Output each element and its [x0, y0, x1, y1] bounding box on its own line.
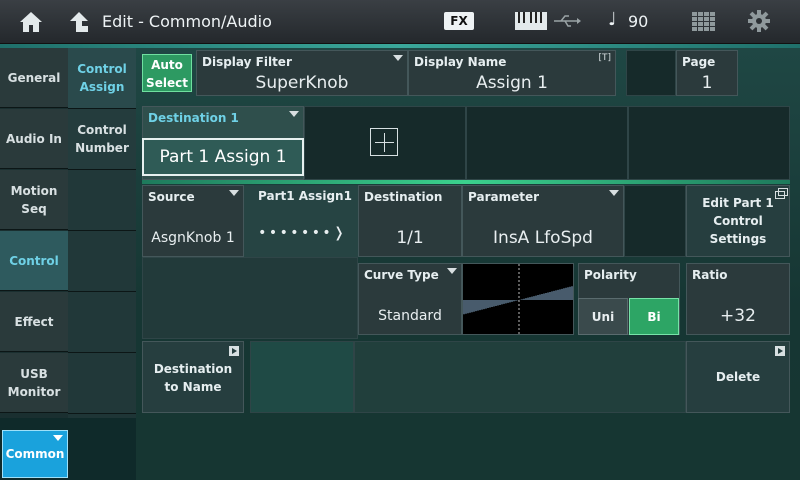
- tempo-value[interactable]: 90: [628, 12, 648, 31]
- empty-cell: [624, 185, 686, 257]
- nav-control-assign[interactable]: Control Assign: [68, 48, 136, 109]
- destination-1-value[interactable]: Part 1 Assign 1: [142, 138, 304, 176]
- parameter-value: InsA LfoSpd: [493, 228, 593, 248]
- page-field[interactable]: Page 1: [676, 50, 738, 96]
- section-divider: [142, 180, 790, 184]
- edit-part-control-settings-button[interactable]: Edit Part 1 Control Settings: [686, 185, 790, 257]
- nav-general[interactable]: General: [0, 48, 68, 108]
- empty-cell: [354, 341, 686, 413]
- fx-badge[interactable]: FX: [444, 12, 474, 30]
- nav-empty-slot: [68, 292, 136, 353]
- dropdown-arrow-icon: [447, 268, 457, 274]
- arrow-right-icon: [775, 346, 785, 356]
- destination-to-name-button[interactable]: Destination to Name: [142, 341, 244, 413]
- nav-control[interactable]: Control: [0, 231, 68, 291]
- display-name[interactable]: Display Name [T] Assign 1: [408, 50, 616, 96]
- page-value: 1: [701, 73, 713, 93]
- curve-graph: [462, 263, 574, 335]
- nav-empty-slot: [68, 353, 136, 414]
- nav-effect[interactable]: Effect: [0, 292, 68, 352]
- polarity-uni-button[interactable]: Uni: [578, 298, 628, 335]
- nav-empty-slot: [68, 170, 136, 231]
- keyboard-icon: [515, 12, 547, 30]
- nav-motion-seq[interactable]: Motion Seq: [0, 170, 68, 230]
- source-field[interactable]: Source AsgnKnob 1: [142, 185, 244, 257]
- destination-slot-empty: [628, 106, 790, 180]
- nav-control-number[interactable]: Control Number: [68, 109, 136, 170]
- dropdown-arrow-icon: [53, 435, 63, 441]
- ratio-field[interactable]: Ratio +32: [686, 263, 790, 335]
- nav-audio-in[interactable]: Audio In: [0, 109, 68, 169]
- page-title: Edit - Common/Audio: [102, 12, 272, 31]
- text-input-badge: [T]: [598, 53, 611, 63]
- source-value: AsgnKnob 1: [151, 230, 235, 246]
- nav-usb-monitor[interactable]: USB Monitor: [0, 353, 68, 413]
- secondary-nav: Control Assign Control Number: [68, 48, 136, 418]
- gear-icon[interactable]: [748, 10, 770, 32]
- dropdown-arrow-icon: [609, 190, 619, 196]
- dropdown-arrow-icon: [393, 55, 403, 61]
- ratio-value: +32: [720, 306, 756, 326]
- nav-empty-slot: [68, 231, 136, 292]
- link-dots: • • • • • • • ❭: [258, 225, 345, 241]
- delete-button[interactable]: Delete: [686, 341, 790, 413]
- curve-type-value: Standard: [378, 308, 442, 324]
- home-icon[interactable]: [18, 10, 44, 34]
- dropdown-arrow-icon: [289, 111, 299, 117]
- primary-nav: General Audio In Motion Seq Control Effe…: [0, 48, 68, 418]
- auto-select-button[interactable]: Auto Select: [142, 54, 192, 92]
- part-assign-link: Part1 Assign1 • • • • • • • ❭: [244, 185, 358, 257]
- up-arrow-icon[interactable]: [68, 10, 90, 34]
- empty-cell: [142, 257, 358, 339]
- destination-slot-empty: [466, 106, 628, 180]
- usb-icon: [554, 15, 581, 27]
- destination-value: 1/1: [396, 228, 424, 248]
- common-button[interactable]: Common: [2, 430, 68, 478]
- display-filter[interactable]: Display Filter SuperKnob: [196, 50, 408, 96]
- grid-icon[interactable]: [692, 12, 716, 32]
- add-icon[interactable]: [370, 128, 398, 156]
- curve-plot: [463, 264, 573, 334]
- parameter-field[interactable]: Parameter InsA LfoSpd: [462, 185, 624, 257]
- polarity-bi-button[interactable]: Bi: [629, 298, 679, 335]
- display-name-value: Assign 1: [476, 73, 548, 93]
- destination-field[interactable]: Destination 1/1: [358, 185, 462, 257]
- display-filter-value: SuperKnob: [255, 73, 349, 93]
- curve-type-field[interactable]: Curve Type Standard: [358, 263, 462, 335]
- empty-cell: [250, 341, 354, 413]
- dropdown-arrow-icon: [229, 190, 239, 196]
- note-icon: ♩: [608, 9, 617, 30]
- arrow-right-icon: [229, 346, 239, 356]
- empty-cell: [626, 50, 676, 96]
- top-bar: Edit - Common/Audio FX ♩ 90: [0, 0, 800, 44]
